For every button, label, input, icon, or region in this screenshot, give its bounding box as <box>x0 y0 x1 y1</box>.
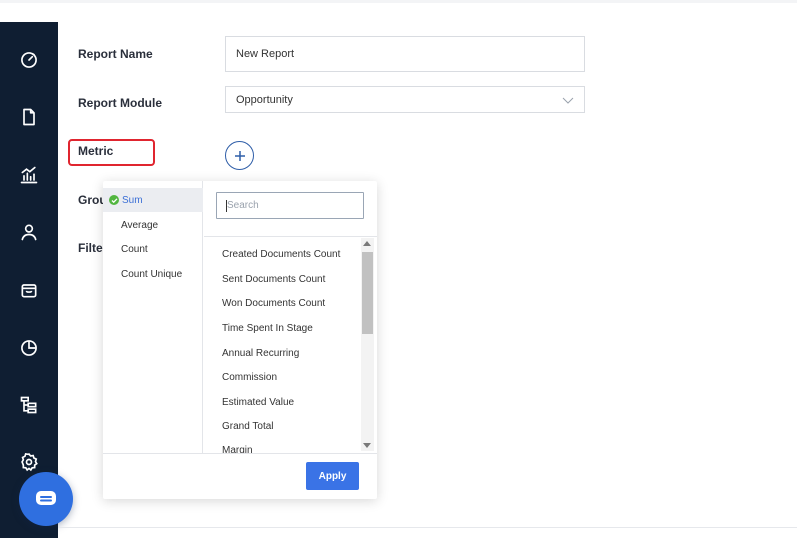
list-item[interactable]: Grand Total <box>222 421 274 432</box>
speedometer-icon[interactable] <box>17 48 41 72</box>
dropdown-footer-divider <box>103 453 377 454</box>
user-icon[interactable] <box>17 220 41 244</box>
aggregation-list: Sum Average Count Count Unique <box>103 181 203 453</box>
hierarchy-icon[interactable] <box>17 393 41 417</box>
apply-button[interactable]: Apply <box>306 462 359 490</box>
scrollbar[interactable] <box>361 238 374 451</box>
bar-chart-icon[interactable] <box>17 163 41 187</box>
list-item[interactable]: Commission <box>222 372 277 383</box>
report-module-label: Report Module <box>78 96 162 110</box>
metric-field-list: Created Documents Count Sent Documents C… <box>204 236 377 453</box>
scroll-thumb[interactable] <box>362 252 373 334</box>
aggregation-sum[interactable]: Sum <box>103 188 203 212</box>
plus-icon <box>234 150 245 161</box>
scroll-up-arrow-icon[interactable] <box>363 241 371 246</box>
metric-dropdown: Sum Average Count Count Unique Search Cr… <box>103 181 377 499</box>
list-item[interactable]: Created Documents Count <box>222 249 340 260</box>
report-module-value: Opportunity <box>236 93 293 106</box>
aggregation-count[interactable]: Count <box>103 237 203 261</box>
aggregation-count-unique[interactable]: Count Unique <box>103 262 203 286</box>
aggregation-label: Sum <box>122 194 143 206</box>
check-icon <box>109 195 119 205</box>
list-item[interactable]: Won Documents Count <box>222 298 325 309</box>
document-icon[interactable] <box>17 105 41 129</box>
report-name-label: Report Name <box>78 47 153 61</box>
aggregation-average[interactable]: Average <box>103 213 203 237</box>
chat-icon <box>36 491 56 505</box>
list-item[interactable]: Estimated Value <box>222 397 294 408</box>
report-name-input[interactable]: New Report <box>225 36 585 72</box>
gear-icon[interactable] <box>17 450 41 474</box>
search-input[interactable]: Search <box>216 192 364 219</box>
aggregation-label: Count <box>121 243 148 255</box>
aggregation-label: Count Unique <box>121 268 183 280</box>
list-item[interactable]: Annual Recurring <box>222 348 299 359</box>
top-border <box>0 0 797 3</box>
filter-label: Filte <box>78 241 103 255</box>
chevron-down-icon <box>562 97 574 104</box>
search-placeholder: Search <box>227 200 259 211</box>
aggregation-label: Average <box>121 219 159 231</box>
list-item[interactable]: Margin <box>222 445 253 453</box>
shopping-bag-icon[interactable] <box>17 278 41 302</box>
metric-label: Metric <box>78 144 114 158</box>
bottom-border <box>58 527 797 528</box>
scroll-down-arrow-icon[interactable] <box>363 443 371 448</box>
add-metric-button[interactable] <box>225 141 254 170</box>
report-module-select[interactable]: Opportunity <box>225 86 585 113</box>
list-item[interactable]: Time Spent In Stage <box>222 323 313 334</box>
sidebar <box>0 22 58 538</box>
chat-button[interactable] <box>19 472 73 526</box>
text-cursor <box>226 200 227 212</box>
list-item[interactable]: Sent Documents Count <box>222 274 325 285</box>
pie-chart-icon[interactable] <box>17 336 41 360</box>
